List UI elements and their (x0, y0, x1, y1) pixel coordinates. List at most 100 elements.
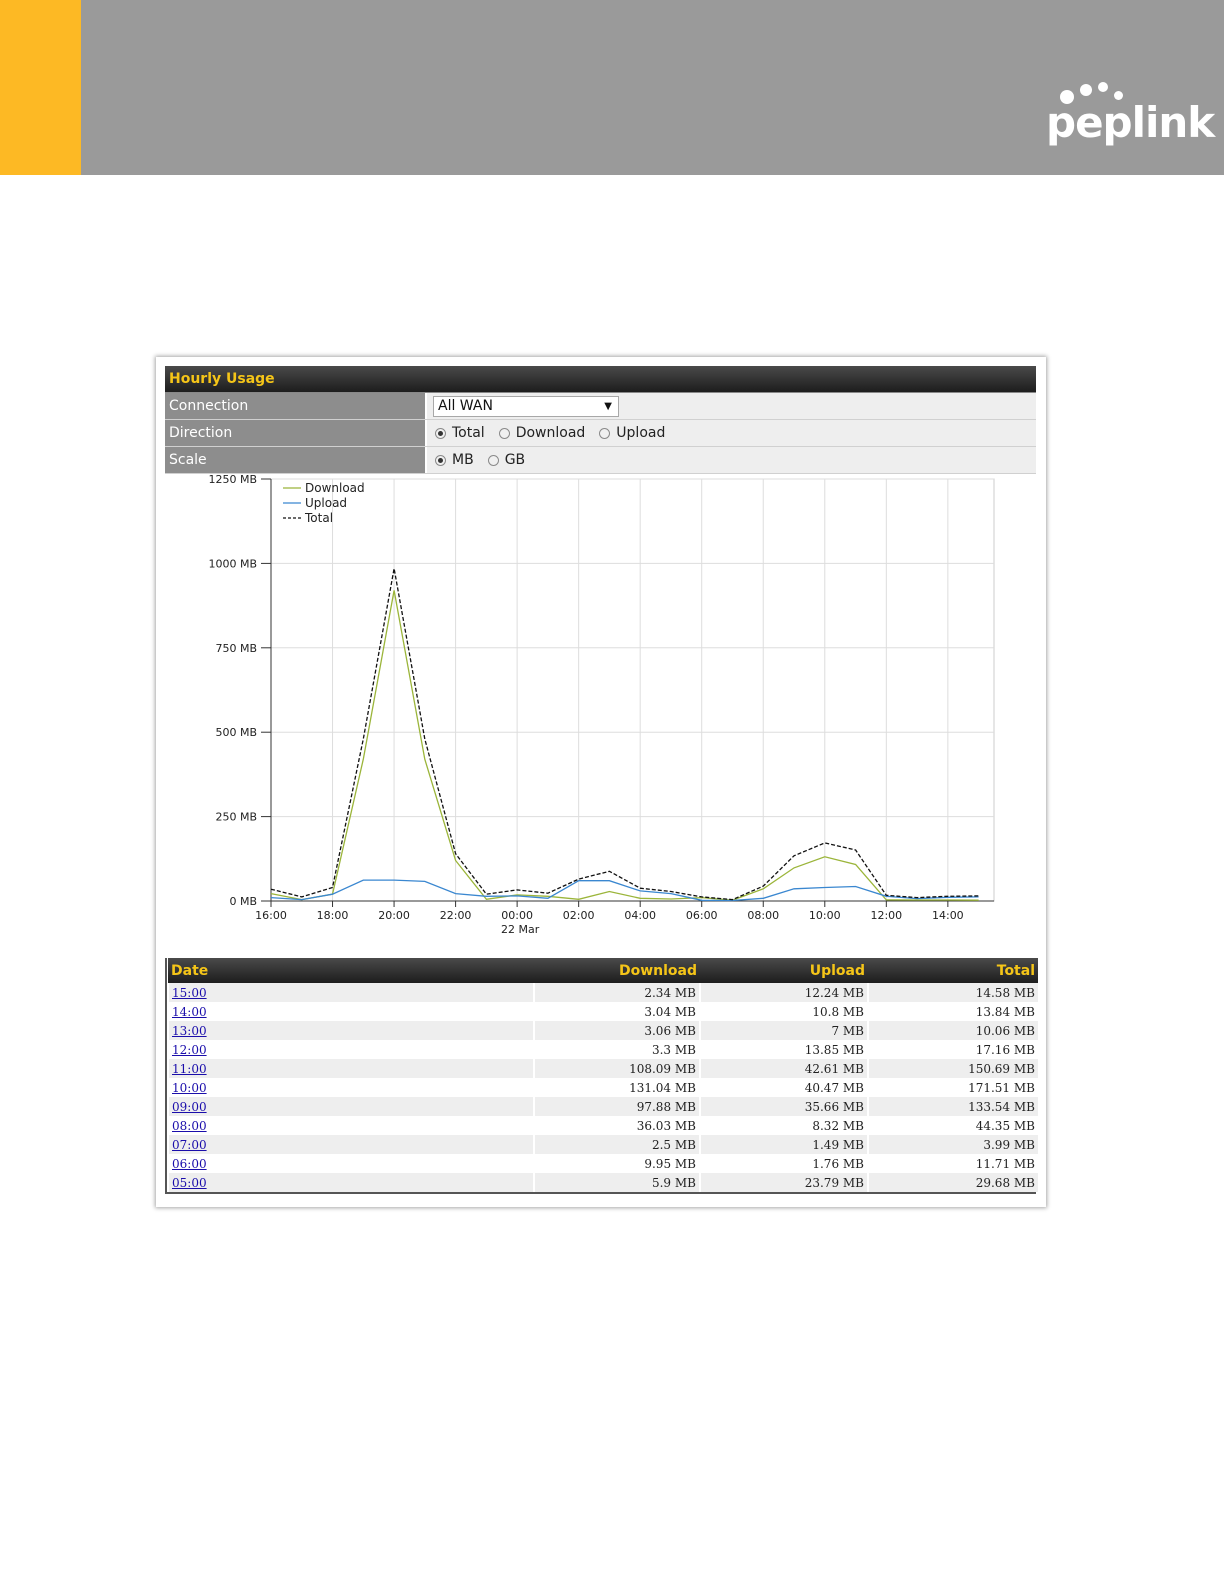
total-cell: 133.54 MB (867, 1097, 1038, 1116)
page-banner: peplink (0, 0, 1224, 175)
x-tick-label: 10:00 (809, 909, 841, 922)
date-link[interactable]: 11:00 (172, 1062, 207, 1076)
table-row: 05:00 5.9 MB 23.79 MB 29.68 MB (167, 1173, 1038, 1192)
total-cell: 17.16 MB (867, 1040, 1038, 1059)
legend-label: Total (304, 511, 333, 525)
table-row: 06:00 9.95 MB 1.76 MB 11.71 MB (167, 1154, 1038, 1173)
table-header-row: Date Download Upload Total (168, 958, 1038, 983)
col-header-upload: Upload (700, 958, 868, 983)
table-row: 08:00 36.03 MB 8.32 MB 44.35 MB (167, 1116, 1038, 1135)
radio-unchecked-icon[interactable] (599, 427, 611, 439)
usage-chart-svg: 0 MB 250 MB 500 MB 750 MB 1000 MB 1250 MB 16:0… (208, 473, 995, 936)
total-cell: 44.35 MB (867, 1116, 1038, 1135)
date-link[interactable]: 08:00 (172, 1119, 207, 1133)
date-cell: 11:00 (167, 1059, 534, 1078)
x-tick-label: 12:00 (870, 909, 902, 922)
usage-chart: 0 MB 250 MB 500 MB 750 MB 1000 MB 1250 MB 16:0… (165, 473, 1036, 958)
radio-unchecked-icon[interactable] (487, 454, 499, 466)
date-cell: 06:00 (167, 1154, 534, 1173)
upload-cell: 35.66 MB (699, 1097, 868, 1116)
direction-option-upload[interactable]: Upload (597, 420, 665, 446)
download-cell: 131.04 MB (533, 1078, 700, 1097)
total-cell: 3.99 MB (867, 1135, 1038, 1154)
upload-cell: 10.8 MB (699, 1002, 868, 1021)
y-tick-label: 250 MB (215, 811, 257, 824)
y-tick-label: 500 MB (215, 726, 257, 739)
table-row: 07:00 2.5 MB 1.49 MB 3.99 MB (167, 1135, 1038, 1154)
total-cell: 171.51 MB (867, 1078, 1038, 1097)
date-link[interactable]: 06:00 (172, 1157, 207, 1171)
usage-table-wrap: Date Download Upload Total 15:00 2.34 MB 1… (165, 958, 1038, 1194)
download-cell: 3.06 MB (533, 1021, 700, 1040)
download-cell: 36.03 MB (533, 1116, 700, 1135)
download-cell: 108.09 MB (533, 1059, 700, 1078)
logo-dots-icon (1060, 80, 1130, 104)
download-cell: 9.95 MB (533, 1154, 700, 1173)
x-tick-label: 18:00 (317, 909, 349, 922)
download-cell: 3.3 MB (533, 1040, 700, 1059)
download-cell: 2.5 MB (533, 1135, 700, 1154)
hourly-usage-panel: Hourly Usage Connection All WAN ▼ Direct… (156, 357, 1046, 1207)
x-date-label: 22 Mar (501, 923, 540, 936)
connection-select[interactable]: All WAN ▼ (433, 395, 619, 417)
dropdown-arrow-icon: ▼ (604, 400, 612, 412)
x-tick-label: 20:00 (378, 909, 410, 922)
y-tick-label: 1000 MB (208, 557, 257, 570)
date-cell: 05:00 (167, 1173, 534, 1192)
logo-wordmark: peplink (1046, 98, 1215, 147)
usage-table: Date Download Upload Total 15:00 2.34 MB 1… (167, 958, 1038, 1192)
date-cell: 08:00 (167, 1116, 534, 1135)
table-row: 15:00 2.34 MB 12.24 MB 14.58 MB (167, 983, 1038, 1002)
date-link[interactable]: 13:00 (172, 1024, 207, 1038)
upload-cell: 1.76 MB (699, 1154, 868, 1173)
date-link[interactable]: 09:00 (172, 1100, 207, 1114)
upload-cell: 23.79 MB (699, 1173, 868, 1192)
direction-row: Direction Total Download Upload (165, 420, 1036, 447)
scale-option-mb[interactable]: MB (433, 447, 474, 473)
y-tick-label: 1250 MB (208, 474, 257, 486)
date-cell: 15:00 (167, 983, 534, 1002)
connection-label: Connection (165, 393, 427, 419)
x-tick-label: 08:00 (747, 909, 779, 922)
date-link[interactable]: 12:00 (172, 1043, 207, 1057)
date-link[interactable]: 15:00 (172, 986, 207, 1000)
table-row: 12:00 3.3 MB 13.85 MB 17.16 MB (167, 1040, 1038, 1059)
total-cell: 13.84 MB (867, 1002, 1038, 1021)
y-tick-label: 750 MB (215, 642, 257, 655)
plot-area (270, 478, 995, 902)
total-cell: 150.69 MB (867, 1059, 1038, 1078)
banner-accent (0, 0, 81, 175)
date-cell: 10:00 (167, 1078, 534, 1097)
upload-cell: 40.47 MB (699, 1078, 868, 1097)
date-cell: 14:00 (167, 1002, 534, 1021)
x-tick-label: 14:00 (932, 909, 964, 922)
date-link[interactable]: 07:00 (172, 1138, 207, 1152)
download-cell: 3.04 MB (533, 1002, 700, 1021)
table-row: 10:00 131.04 MB 40.47 MB 171.51 MB (167, 1078, 1038, 1097)
x-tick-label: 06:00 (686, 909, 718, 922)
upload-cell: 13.85 MB (699, 1040, 868, 1059)
col-header-download: Download (534, 958, 700, 983)
scale-option-gb[interactable]: GB (486, 447, 525, 473)
total-cell: 29.68 MB (867, 1173, 1038, 1192)
date-link[interactable]: 14:00 (172, 1005, 207, 1019)
legend-label: Download (305, 481, 365, 495)
upload-cell: 12.24 MB (699, 983, 868, 1002)
radio-unchecked-icon[interactable] (498, 427, 510, 439)
download-cell: 5.9 MB (533, 1173, 700, 1192)
radio-checked-icon[interactable] (435, 454, 446, 466)
radio-checked-icon[interactable] (435, 427, 446, 439)
direction-option-download[interactable]: Download (497, 420, 585, 446)
panel-title: Hourly Usage (165, 366, 1036, 393)
table-row: 13:00 3.06 MB 7 MB 10.06 MB (167, 1021, 1038, 1040)
direction-option-total[interactable]: Total (433, 420, 485, 446)
table-row: 14:00 3.04 MB 10.8 MB 13.84 MB (167, 1002, 1038, 1021)
date-cell: 07:00 (167, 1135, 534, 1154)
x-tick-label: 02:00 (563, 909, 595, 922)
x-tick-label: 00:00 (501, 909, 533, 922)
date-link[interactable]: 10:00 (172, 1081, 207, 1095)
date-link[interactable]: 05:00 (172, 1176, 207, 1190)
upload-cell: 42.61 MB (699, 1059, 868, 1078)
upload-cell: 8.32 MB (699, 1116, 868, 1135)
table-row: 11:00 108.09 MB 42.61 MB 150.69 MB (167, 1059, 1038, 1078)
